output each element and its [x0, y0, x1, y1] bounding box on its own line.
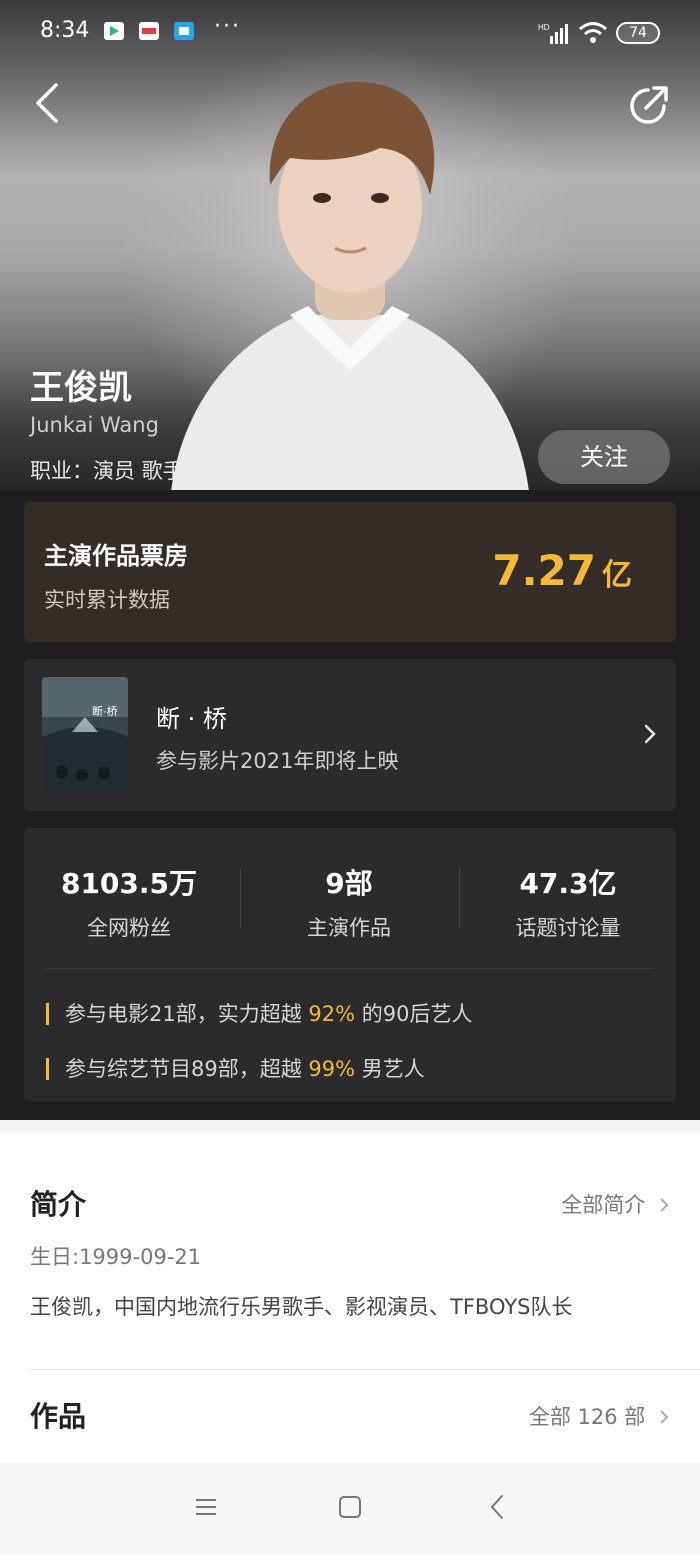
stat-value: 9部: [325, 867, 373, 900]
works-all-label: 全部 126 部: [528, 1405, 646, 1429]
wifi-icon: [579, 22, 607, 43]
stat-value: 8103.5万: [60, 867, 198, 900]
birthday: 生日:1999-09-21: [30, 1245, 202, 1269]
news-app-icon: [139, 22, 159, 40]
signal-icon: HD: [538, 23, 568, 44]
fact-movies: 参与电影21部，实力超越 92% 的90后艺人: [46, 998, 473, 1028]
menu-icon[interactable]: [190, 1491, 222, 1523]
stat-value: 47.3亿: [519, 867, 617, 900]
section-divider: [30, 1369, 700, 1370]
accent-bar: [46, 1058, 49, 1080]
stat-divider: [459, 868, 460, 928]
stat-label: 全网粉丝: [87, 916, 171, 940]
chevron-right-icon: [644, 724, 656, 744]
status-time: 8:34: [40, 18, 90, 43]
share-icon[interactable]: [626, 82, 672, 128]
artist-name: 王俊凯: [30, 368, 132, 408]
box-office-title: 主演作品票房: [44, 542, 188, 570]
back-icon[interactable]: [482, 1491, 514, 1523]
box-office-value: 7.27 亿: [492, 546, 632, 595]
svg-text:断·桥: 断·桥: [92, 704, 118, 718]
more-notifications-icon: ···: [214, 14, 241, 39]
status-bar: 8:34 ··· HD 74: [0, 0, 700, 66]
intro-all-label: 全部简介: [561, 1193, 646, 1217]
box-office-card: 主演作品票房 实时累计数据 7.27 亿: [24, 502, 676, 642]
home-icon[interactable]: [334, 1491, 366, 1523]
stat-fans: 8103.5万 全网粉丝: [29, 862, 229, 942]
fact-variety: 参与综艺节目89部，超越 99% 男艺人: [46, 1053, 425, 1083]
stats-divider: [46, 968, 654, 969]
battery-indicator: 74: [616, 22, 660, 44]
fact-text: 的90后艺人: [355, 1002, 473, 1026]
movie-title: 断 · 桥: [156, 705, 227, 733]
video-app-icon: [104, 22, 124, 40]
box-office-number: 7.27: [492, 546, 596, 595]
chevron-right-icon: [660, 1410, 669, 1424]
artist-occupation: 职业：演员 歌手: [30, 459, 184, 483]
stats-card: 8103.5万 全网粉丝 9部 主演作品 47.3亿 话题讨论量 参与电影21部…: [24, 828, 676, 1102]
fact-highlight: 92%: [308, 1002, 356, 1026]
back-arrow-icon[interactable]: [30, 82, 64, 124]
stat-label: 话题讨论量: [515, 916, 621, 940]
fact-text: 参与综艺节目89部，超越: [65, 1057, 309, 1081]
intro-description: 王俊凯，中国内地流行乐男歌手、影视演员、TFBOYS队长: [30, 1295, 573, 1319]
upcoming-movie-card[interactable]: 断·桥 断 · 桥 参与影片2021年即将上映: [24, 659, 676, 811]
follow-button[interactable]: 关注: [538, 430, 670, 484]
info-section: 简介 全部简介 生日:1999-09-21 王俊凯，中国内地流行乐男歌手、影视演…: [0, 1133, 700, 1463]
svg-text:HD: HD: [538, 23, 550, 32]
stat-divider: [240, 868, 241, 928]
store-app-icon: [174, 22, 194, 40]
fact-text: 参与电影21部，实力超越: [65, 1002, 309, 1026]
stat-topics: 47.3亿 话题讨论量: [468, 862, 668, 942]
works-all-link[interactable]: 全部 126 部: [529, 1401, 670, 1431]
accent-bar: [46, 1003, 49, 1025]
box-office-subtitle: 实时累计数据: [44, 588, 170, 612]
box-office-unit: 亿: [602, 558, 632, 593]
system-nav-bar: [0, 1463, 700, 1555]
chevron-right-icon: [660, 1198, 669, 1212]
stat-works: 9部 主演作品: [249, 862, 449, 942]
fact-highlight: 99%: [308, 1057, 356, 1081]
artist-english-name: Junkai Wang: [30, 413, 159, 437]
intro-title: 简介: [30, 1188, 87, 1221]
movie-poster: 断·桥: [42, 677, 128, 793]
works-title: 作品: [30, 1400, 87, 1433]
intro-all-link[interactable]: 全部简介: [561, 1189, 670, 1219]
stat-label: 主演作品: [307, 916, 391, 940]
profile-hero: 8:34 ··· HD 74 王俊凯 Junkai Wang 职业：演员 歌手: [0, 0, 700, 500]
fact-text: 男艺人: [355, 1057, 425, 1081]
movie-subtitle: 参与影片2021年即将上映: [156, 749, 399, 773]
profile-portrait: [170, 81, 530, 500]
